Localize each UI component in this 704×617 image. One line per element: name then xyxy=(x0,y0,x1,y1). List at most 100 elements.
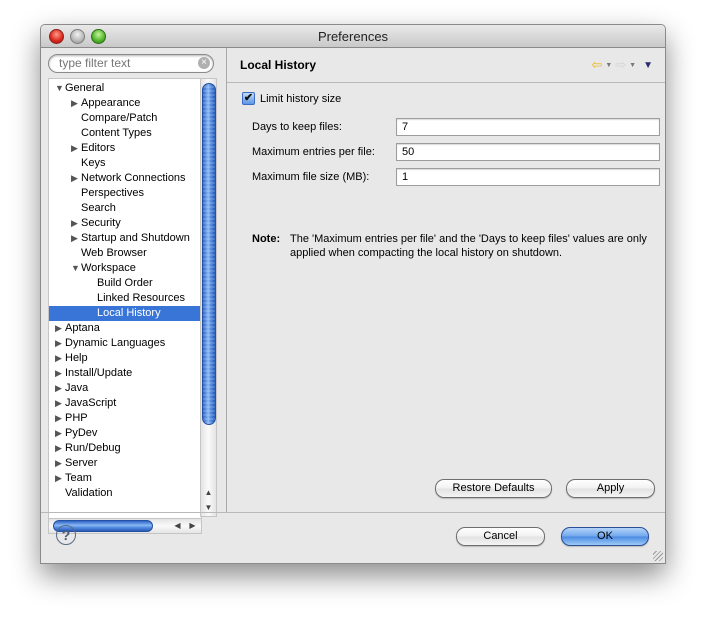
tree-item[interactable]: Compare/Patch xyxy=(49,111,201,126)
max-file-size-field[interactable] xyxy=(396,168,660,186)
tree-item-label: Help xyxy=(65,352,88,364)
expanded-twisty-icon[interactable]: ▼ xyxy=(71,261,81,276)
collapsed-twisty-icon[interactable]: ▶ xyxy=(55,441,65,456)
tree-item[interactable]: ▶ Aptana xyxy=(49,321,201,336)
tree-item[interactable]: ▶ Run/Debug xyxy=(49,441,201,456)
tree-item-label: Run/Debug xyxy=(65,442,121,454)
collapsed-twisty-icon[interactable]: ▶ xyxy=(71,216,81,231)
collapsed-twisty-icon[interactable]: ▶ xyxy=(55,351,65,366)
tree-item[interactable]: ▶ Editors xyxy=(49,141,201,156)
filter-field[interactable]: × xyxy=(48,54,214,73)
collapsed-twisty-icon[interactable]: ▶ xyxy=(55,366,65,381)
tree-item[interactable]: ▶ JavaScript xyxy=(49,396,201,411)
tree-item-label: General xyxy=(65,82,105,94)
forward-arrow-icon[interactable]: ⇨ xyxy=(615,58,626,72)
max-entries-input[interactable] xyxy=(397,144,652,160)
back-arrow-icon[interactable]: ⇦ xyxy=(591,58,602,72)
scroll-up-icon[interactable]: ▲ xyxy=(201,486,216,500)
back-history-dropdown-icon[interactable]: ▼ xyxy=(605,62,612,69)
preferences-window: Preferences × ▼General▶AppearanceCompare… xyxy=(40,24,666,564)
tree-item[interactable]: ▶ Server xyxy=(49,456,201,471)
tree-item-label: Editors xyxy=(81,142,116,154)
collapsed-twisty-icon[interactable]: ▶ xyxy=(71,231,81,246)
tree-item[interactable]: ▶ Startup and Shutdown xyxy=(49,231,201,246)
collapsed-twisty-icon[interactable]: ▶ xyxy=(55,381,65,396)
preferences-tree-pane: × ▼General▶AppearanceCompare/PatchConten… xyxy=(41,48,227,534)
page-navigation: ⇦ ▼ ⇨ ▼ ▼ xyxy=(591,57,653,73)
expanded-twisty-icon[interactable]: ▼ xyxy=(55,81,65,96)
max-entries-field[interactable] xyxy=(396,143,660,161)
limit-history-label: Limit history size xyxy=(260,92,342,105)
tree-item[interactable]: ▶ Install/Update xyxy=(49,366,201,381)
tree-item-label: Keys xyxy=(81,157,106,169)
days-to-keep-field[interactable] xyxy=(396,118,660,136)
footer-divider xyxy=(41,512,665,513)
tree-item-label: Perspectives xyxy=(81,187,144,199)
resize-grip-icon[interactable] xyxy=(653,551,663,561)
filter-input[interactable] xyxy=(59,56,197,70)
tree-item[interactable]: ▶ Help xyxy=(49,351,201,366)
ok-button[interactable]: OK xyxy=(561,527,649,546)
collapsed-twisty-icon[interactable]: ▶ xyxy=(55,471,65,486)
tree-item[interactable]: ▶ Dynamic Languages xyxy=(49,336,201,351)
tree-item-label: JavaScript xyxy=(65,397,117,409)
clear-filter-icon[interactable]: × xyxy=(198,57,210,69)
tree-vertical-scrollbar[interactable]: ▲ ▼ xyxy=(200,78,217,517)
tree-item[interactable]: ▶ Security xyxy=(49,216,201,231)
tree-item-label: Build Order xyxy=(97,277,153,289)
collapsed-twisty-icon[interactable]: ▶ xyxy=(71,141,81,156)
forward-history-dropdown-icon[interactable]: ▼ xyxy=(629,62,636,69)
tree-item[interactable]: Content Types xyxy=(49,126,201,141)
max-entries-label: Maximum entries per file: xyxy=(252,146,375,158)
tree-item[interactable]: ▼Workspace xyxy=(49,261,201,276)
scroll-right-icon[interactable]: ▶ xyxy=(186,519,199,533)
note-text: The 'Maximum entries per file' and the '… xyxy=(290,233,647,259)
tree-item-label: Network Connections xyxy=(81,172,186,184)
header-divider xyxy=(227,82,665,83)
tree-item-label: Startup and Shutdown xyxy=(81,232,190,244)
days-to-keep-input[interactable] xyxy=(397,119,652,135)
apply-button[interactable]: Apply xyxy=(566,479,655,498)
tree-item[interactable]: Keys xyxy=(49,156,201,171)
tree-item[interactable]: ▶ Appearance xyxy=(49,96,201,111)
days-to-keep-label: Days to keep files: xyxy=(252,121,342,133)
collapsed-twisty-icon[interactable]: ▶ xyxy=(55,396,65,411)
tree-item[interactable]: Build Order xyxy=(49,276,201,291)
checkmark-icon[interactable]: ✔ xyxy=(242,92,255,105)
title-bar: Preferences xyxy=(41,25,665,48)
tree-vertical-scroll-thumb[interactable] xyxy=(202,83,216,425)
tree-item[interactable]: Perspectives xyxy=(49,186,201,201)
tree-item-label: Team xyxy=(65,472,92,484)
scroll-left-icon[interactable]: ◀ xyxy=(171,519,184,533)
tree-item-label: Compare/Patch xyxy=(81,112,158,124)
limit-history-checkbox[interactable]: ✔ Limit history size xyxy=(242,92,341,105)
tree-item[interactable]: Search xyxy=(49,201,201,216)
tree-item-label: Search xyxy=(81,202,116,214)
tree-item[interactable]: Validation xyxy=(49,486,201,501)
tree-item[interactable]: ▶ Network Connections xyxy=(49,171,201,186)
tree-item-label: Appearance xyxy=(81,97,141,109)
help-icon[interactable]: ? xyxy=(56,525,76,545)
tree-item[interactable]: Local History xyxy=(49,306,201,321)
tree-item[interactable]: ▶ PyDev xyxy=(49,426,201,441)
collapsed-twisty-icon[interactable]: ▶ xyxy=(55,336,65,351)
collapsed-twisty-icon[interactable]: ▶ xyxy=(55,426,65,441)
collapsed-twisty-icon[interactable]: ▶ xyxy=(55,321,65,336)
tree-item-label: Workspace xyxy=(81,262,136,274)
max-file-size-input[interactable] xyxy=(397,169,652,185)
tree-item[interactable]: Web Browser xyxy=(49,246,201,261)
tree-item[interactable]: ▶ PHP xyxy=(49,411,201,426)
view-menu-icon[interactable]: ▼ xyxy=(643,60,653,71)
window-title: Preferences xyxy=(317,29,389,44)
collapsed-twisty-icon[interactable]: ▶ xyxy=(55,411,65,426)
tree-item[interactable]: ▶ Java xyxy=(49,381,201,396)
cancel-button[interactable]: Cancel xyxy=(456,527,545,546)
max-file-size-label: Maximum file size (MB): xyxy=(252,171,370,183)
restore-defaults-button[interactable]: Restore Defaults xyxy=(435,479,552,498)
collapsed-twisty-icon[interactable]: ▶ xyxy=(71,96,81,111)
tree-item[interactable]: ▶ Team xyxy=(49,471,201,486)
tree-item[interactable]: Linked Resources xyxy=(49,291,201,306)
tree-item[interactable]: ▼General xyxy=(49,81,201,96)
collapsed-twisty-icon[interactable]: ▶ xyxy=(71,171,81,186)
collapsed-twisty-icon[interactable]: ▶ xyxy=(55,456,65,471)
